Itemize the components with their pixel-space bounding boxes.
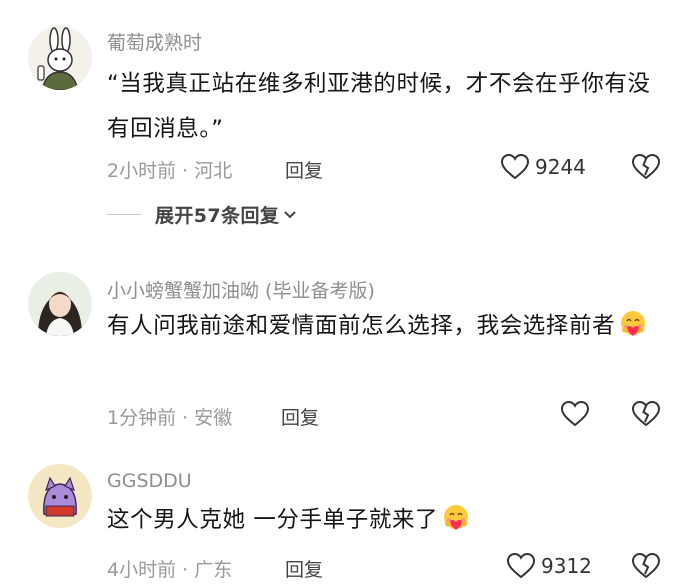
comment-item: GGSDDU 这个男人克她 一分手单子就来了 4小时前 · 广东 回复 9312 <box>0 0 690 587</box>
reply-button[interactable]: 回复 <box>285 555 323 582</box>
comment-username[interactable]: GGSDDU <box>107 470 192 492</box>
like-button[interactable]: 9312 <box>506 552 592 580</box>
comment-text-content: 这个男人克她 一分手单子就来了 <box>107 507 439 533</box>
hugging-face-emoji <box>444 505 469 530</box>
like-count: 9312 <box>541 554 592 578</box>
comment-time-location: 4小时前 · 广东 <box>107 559 233 581</box>
broken-heart-icon[interactable] <box>631 552 661 580</box>
heart-outline-icon <box>506 552 536 579</box>
comment-text: 这个男人克她 一分手单子就来了 <box>107 498 667 543</box>
avatar[interactable] <box>28 464 92 528</box>
